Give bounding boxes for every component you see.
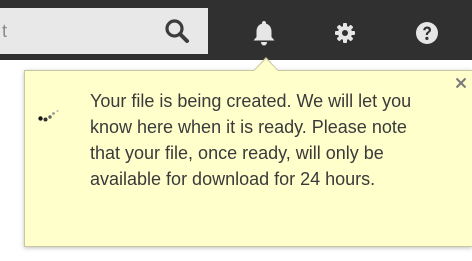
gear-icon[interactable]	[334, 22, 356, 44]
popover-arrow	[254, 59, 278, 71]
notification-message: Your file is being created. We will let …	[90, 91, 412, 189]
notification-popover: Your file is being created. We will let …	[24, 70, 472, 247]
search-box[interactable]: t	[0, 8, 208, 54]
close-icon[interactable]	[455, 77, 467, 89]
top-navigation-bar: t	[0, 0, 472, 60]
spinner-icon	[38, 109, 59, 122]
help-icon[interactable]	[415, 21, 439, 45]
bell-icon[interactable]	[252, 20, 276, 46]
search-input[interactable]: t	[2, 21, 14, 42]
search-icon[interactable]	[164, 18, 190, 44]
